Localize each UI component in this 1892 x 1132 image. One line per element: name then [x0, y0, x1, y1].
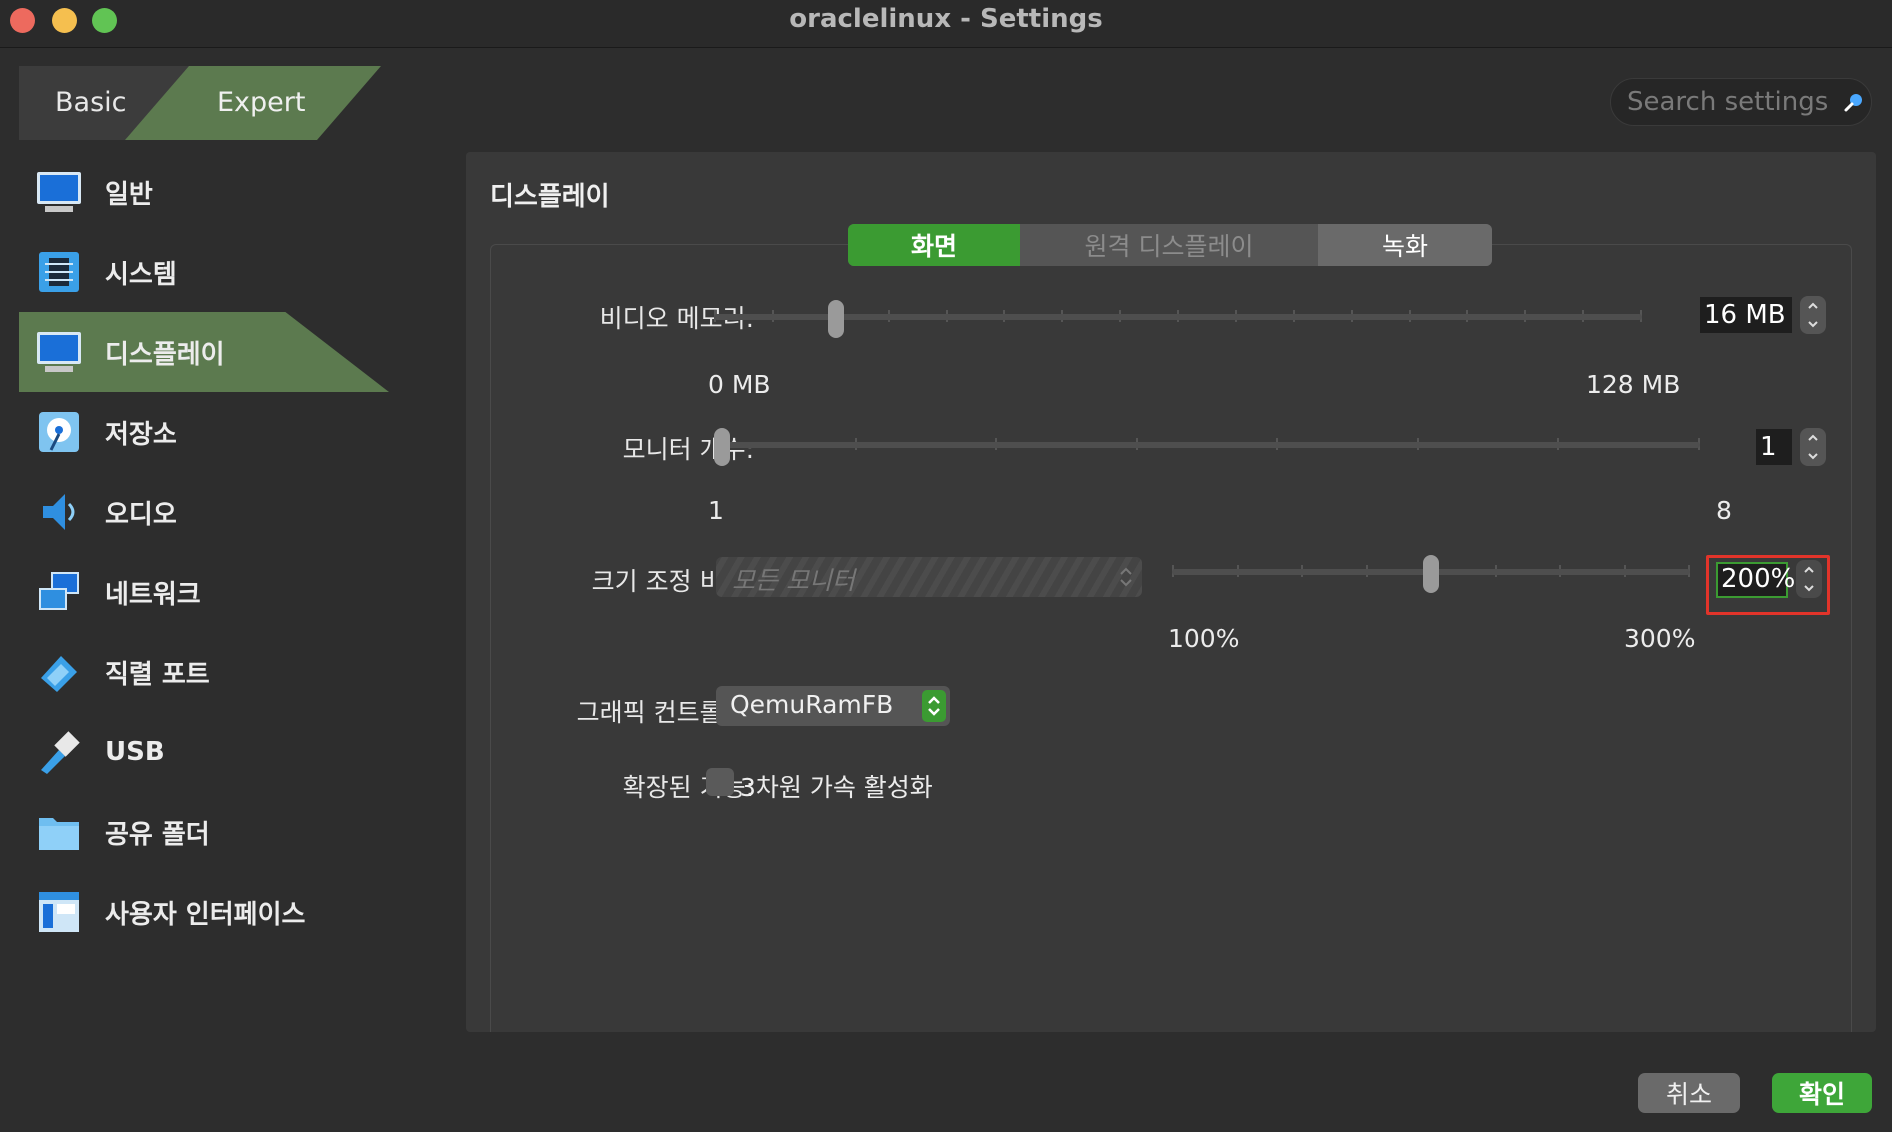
search-box: [1610, 78, 1872, 126]
search-input[interactable]: [1627, 87, 1827, 117]
tab-screen[interactable]: 화면: [848, 224, 1020, 266]
monitor-count-max-label: 8: [1716, 496, 1732, 525]
window-title: oraclelinux - Settings: [789, 4, 1103, 34]
video-memory-max-label: 128 MB: [1586, 370, 1681, 399]
chevron-down-icon: [1808, 321, 1818, 328]
ok-button[interactable]: 확인: [1772, 1073, 1872, 1113]
slider-track: [714, 314, 1642, 320]
folder-icon: [39, 818, 79, 850]
scale-factor-field[interactable]: 200%: [1716, 562, 1795, 598]
video-memory-stepper[interactable]: [1800, 296, 1826, 334]
tab-remote-display[interactable]: 원격 디스플레이: [1020, 224, 1318, 266]
search-icon: [1844, 94, 1862, 112]
sidebar-item-serial-ports[interactable]: 직렬 포트: [19, 632, 389, 712]
ui-window-icon: [39, 892, 79, 932]
chip-icon: [39, 252, 79, 292]
graphics-controller-select[interactable]: QemuRamFB: [716, 686, 950, 726]
settings-sidebar: 일반 시스템 디스플레이 저장소 오디오 네트워크 직렬 포트 USB 공유 폴…: [19, 152, 389, 952]
title-bar: oraclelinux - Settings: [0, 0, 1892, 48]
sidebar-item-label: 일반: [105, 179, 153, 210]
monitor-count-stepper[interactable]: [1800, 428, 1826, 466]
sidebar-item-general[interactable]: 일반: [19, 152, 389, 232]
monitor-select-combo: 모든 모니터: [716, 557, 1142, 597]
display-tabs: 화면 원격 디스플레이 녹화: [848, 224, 1492, 266]
sidebar-item-label: 오디오: [105, 499, 177, 530]
chevron-down-icon: [1808, 453, 1818, 460]
scale-factor-label: 크기 조정 비율:: [591, 567, 754, 596]
serial-port-icon: [41, 656, 77, 692]
network-icon: [39, 572, 79, 610]
sidebar-item-label: 네트워크: [105, 579, 201, 610]
sidebar-item-system[interactable]: 시스템: [19, 232, 389, 312]
sidebar-item-label: USB: [105, 737, 165, 767]
page-title: 디스플레이: [490, 182, 610, 212]
scale-factor-slider[interactable]: [1172, 555, 1690, 593]
sidebar-item-label: 시스템: [105, 259, 177, 290]
sidebar-item-label: 저장소: [105, 419, 177, 450]
updown-chevron-icon: [1120, 567, 1132, 587]
speaker-icon: [43, 494, 75, 530]
cancel-button[interactable]: 취소: [1638, 1073, 1740, 1113]
slider-thumb[interactable]: [714, 428, 730, 466]
sidebar-item-display[interactable]: 디스플레이: [19, 312, 389, 392]
scale-factor-stepper[interactable]: [1796, 560, 1822, 598]
slider-thumb[interactable]: [828, 300, 844, 338]
video-memory-label: 비디오 메모리:: [599, 304, 754, 333]
slider-track: [714, 442, 1700, 448]
tab-recording[interactable]: 녹화: [1318, 224, 1492, 266]
video-memory-field[interactable]: 16 MB: [1700, 297, 1792, 333]
monitor-select-value: 모든 모니터: [732, 566, 855, 595]
monitor-count-field[interactable]: 1: [1756, 429, 1792, 465]
monitor-count-slider[interactable]: [714, 428, 1700, 466]
sidebar-item-network[interactable]: 네트워크: [19, 552, 389, 632]
sidebar-item-label: 사용자 인터페이스: [105, 899, 306, 930]
display-settings-panel: 디스플레이 화면 원격 디스플레이 녹화 비디오 메모리: 16 MB 0 MB…: [466, 152, 1876, 1032]
disk-icon: [39, 412, 79, 452]
3d-acceleration-checkbox[interactable]: [706, 768, 734, 796]
scale-factor-max-label: 300%: [1624, 624, 1696, 653]
graphics-controller-value: QemuRamFB: [730, 690, 894, 719]
updown-chevron-icon: [922, 690, 946, 722]
sidebar-item-label: 공유 폴더: [105, 819, 210, 850]
sidebar-item-label: 디스플레이: [105, 339, 225, 370]
scale-factor-min-label: 100%: [1168, 624, 1240, 653]
mode-switch: Basic Expert: [19, 66, 381, 140]
monitor-icon: [37, 172, 81, 212]
monitor-count-min-label: 1: [708, 496, 724, 525]
graphics-controller-label: 그래픽 컨트롤러:: [576, 698, 754, 727]
chevron-up-icon: [1808, 434, 1818, 441]
monitor-count-label: 모니터 개수:: [622, 435, 754, 464]
sidebar-item-storage[interactable]: 저장소: [19, 392, 389, 472]
chevron-down-icon: [1804, 585, 1814, 592]
sidebar-item-audio[interactable]: 오디오: [19, 472, 389, 552]
slider-thumb[interactable]: [1423, 555, 1439, 593]
chevron-up-icon: [1808, 302, 1818, 309]
usb-icon: [41, 731, 80, 774]
chevron-up-icon: [1804, 566, 1814, 573]
video-memory-min-label: 0 MB: [708, 370, 771, 399]
video-memory-slider[interactable]: [714, 300, 1642, 338]
sidebar-item-shared-folders[interactable]: 공유 폴더: [19, 792, 389, 872]
sidebar-item-user-interface[interactable]: 사용자 인터페이스: [19, 872, 389, 952]
sidebar-item-label: 직렬 포트: [105, 659, 210, 690]
display-icon: [37, 332, 81, 372]
sidebar-item-usb[interactable]: USB: [19, 712, 389, 792]
settings-window: oraclelinux - Settings Basic Expert 일반: [0, 0, 1892, 1132]
3d-acceleration-label[interactable]: 3차원 가속 활성화: [740, 768, 933, 804]
